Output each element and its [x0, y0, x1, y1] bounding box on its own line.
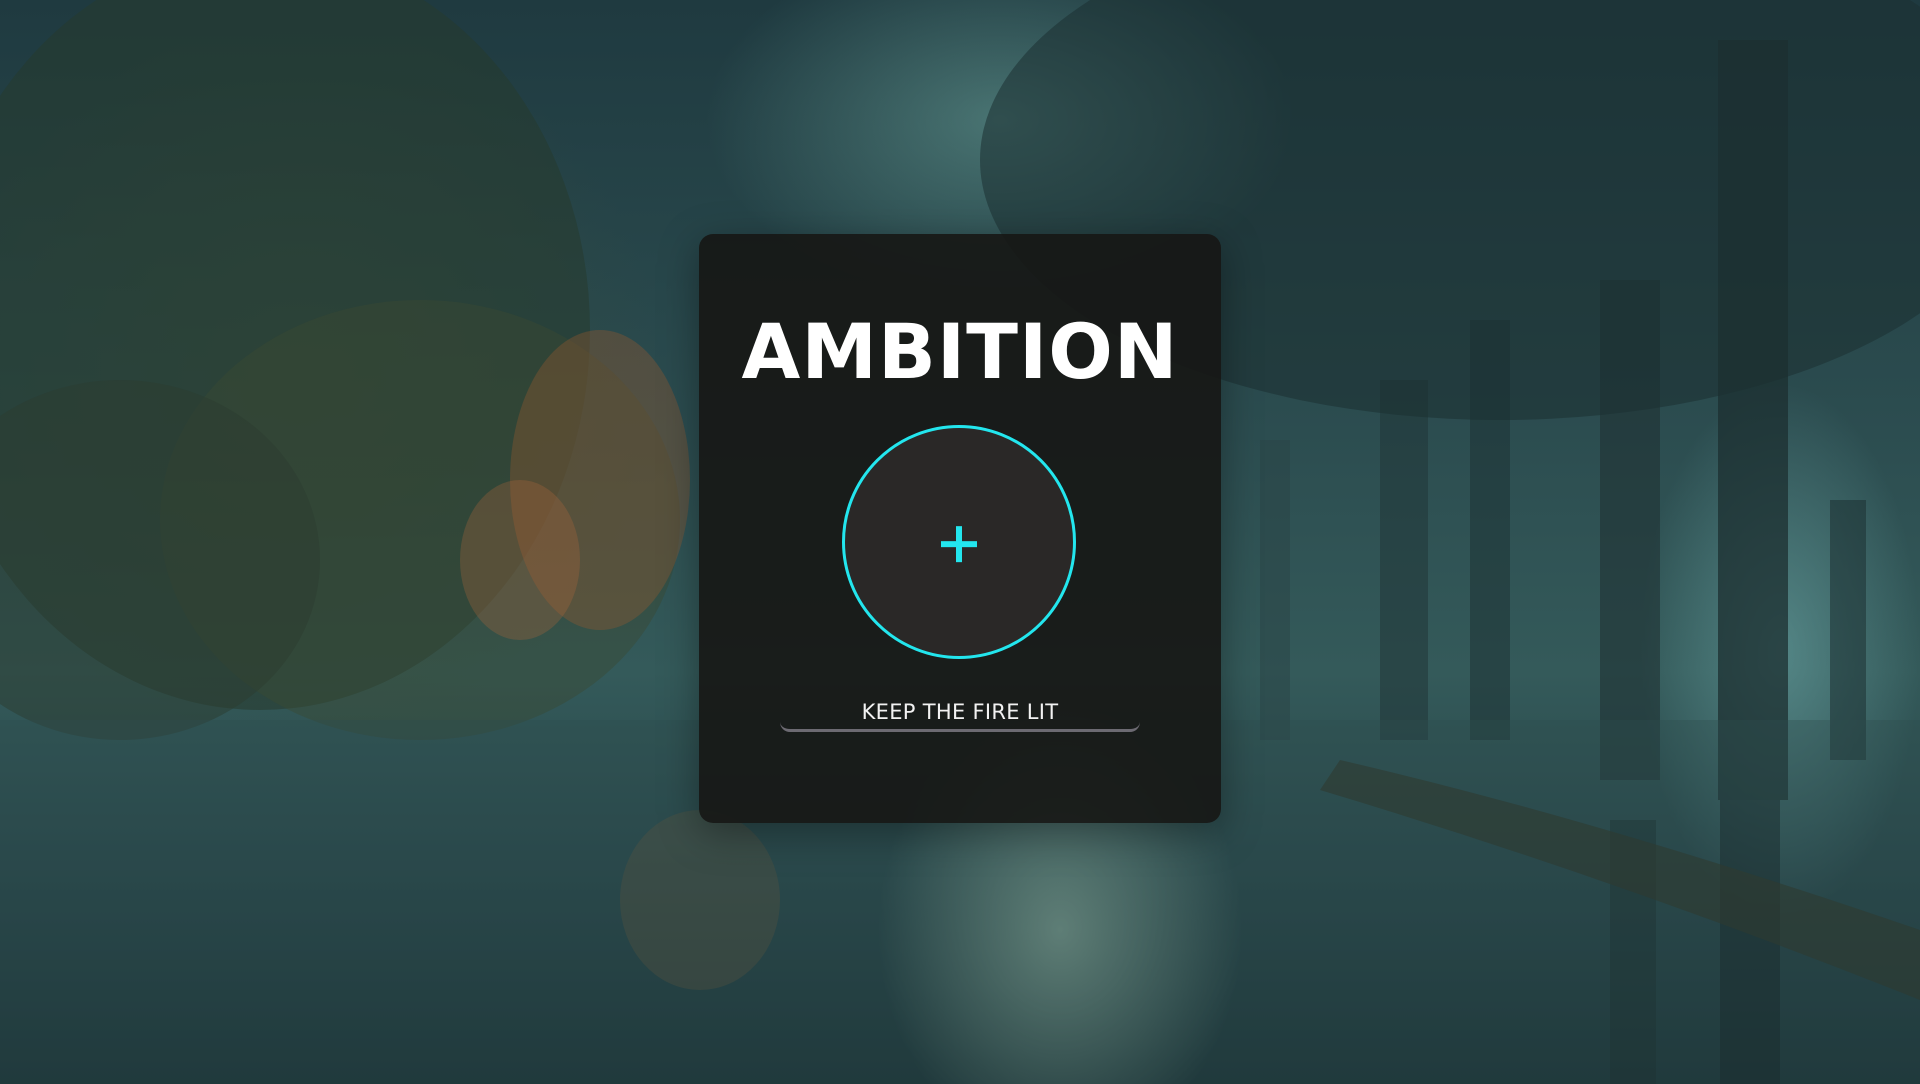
card-title: AMBITION [741, 307, 1179, 396]
forest-background: AMBITION KEEP THE FIRE LIT [0, 0, 1920, 1084]
keep-fire-lit-button[interactable]: KEEP THE FIRE LIT [780, 694, 1140, 732]
add-button[interactable] [842, 425, 1076, 659]
ambition-card: AMBITION KEEP THE FIRE LIT [699, 234, 1221, 823]
plus-icon [941, 526, 977, 563]
